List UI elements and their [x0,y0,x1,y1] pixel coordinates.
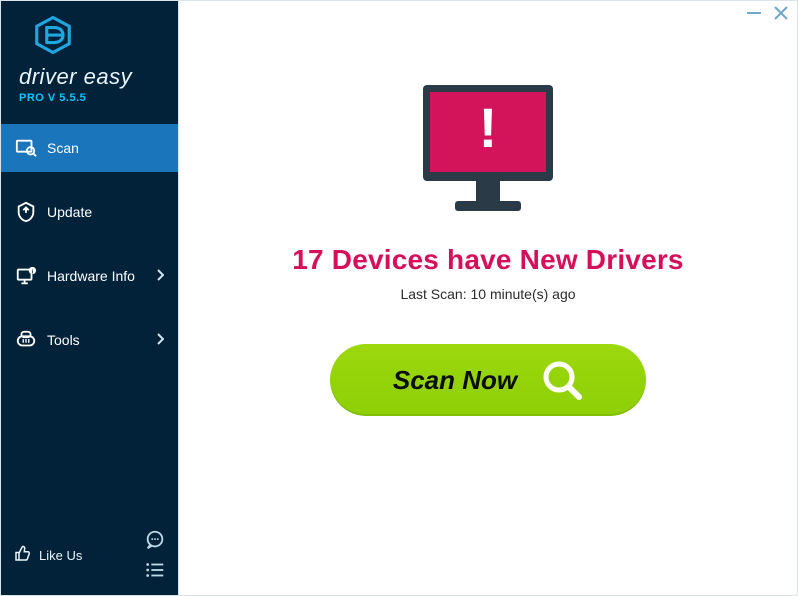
sidebar: driver easy PRO V 5.5.5 Scan [0,0,178,596]
last-scan-text: Last Scan: 10 minute(s) ago [400,286,575,302]
brand-block: driver easy PRO V 5.5.5 [1,1,178,114]
minimize-button[interactable] [746,5,762,24]
feedback-icon[interactable] [144,529,166,551]
logo-icon [19,15,73,64]
tools-icon [15,329,37,351]
chevron-right-icon [156,332,164,348]
brand-version: PRO V 5.5.5 [19,92,86,104]
magnifier-icon [541,359,583,401]
update-icon [15,201,37,223]
chevron-right-icon [156,268,164,284]
nav: Scan Update [1,124,178,519]
menu-icon[interactable] [144,559,166,581]
main-content: ! 17 Devices have New Drivers Last Scan:… [178,0,798,596]
nav-label-tools: Tools [47,332,156,348]
nav-label-update: Update [47,204,164,220]
like-us-button[interactable]: Like Us [13,545,82,566]
nav-item-hardware[interactable]: i Hardware Info [1,252,178,300]
nav-label-hardware: Hardware Info [47,268,156,284]
brand-name: driver easy [19,64,132,90]
close-button[interactable] [774,5,788,23]
status-headline: 17 Devices have New Drivers [292,244,683,276]
nav-label-scan: Scan [47,140,164,156]
scan-icon [15,137,37,159]
nav-item-tools[interactable]: Tools [1,316,178,364]
like-us-label: Like Us [39,548,82,563]
scan-now-button[interactable]: Scan Now [330,344,646,416]
scan-now-label: Scan Now [393,365,517,396]
svg-text:!: ! [479,96,498,159]
thumbs-up-icon [13,545,31,566]
nav-item-scan[interactable]: Scan [1,124,178,172]
monitor-alert-icon: ! [413,79,563,224]
hardware-icon: i [15,265,37,287]
nav-item-update[interactable]: Update [1,188,178,236]
